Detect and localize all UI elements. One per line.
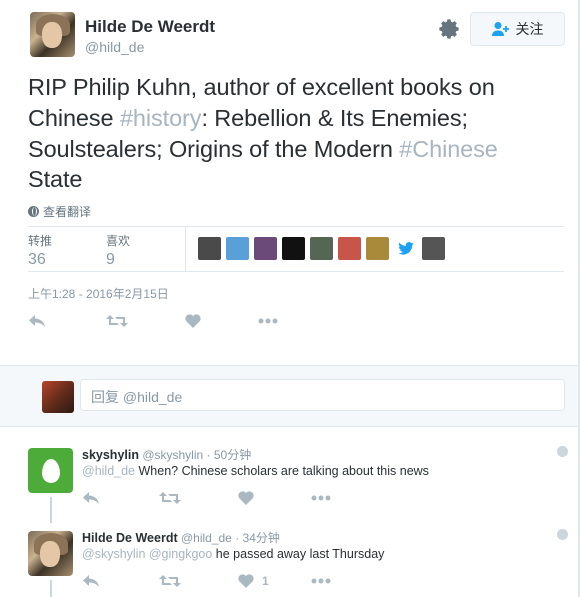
more-icon[interactable] bbox=[258, 318, 278, 324]
heart-icon[interactable]: 1 bbox=[238, 574, 269, 588]
more-icon[interactable] bbox=[311, 578, 331, 584]
tweet-text: RIP Philip Kuhn, author of excellent boo… bbox=[28, 72, 558, 195]
author-handle[interactable]: @hild_de bbox=[85, 39, 144, 55]
liker-avatar[interactable] bbox=[226, 237, 249, 260]
mention-link[interactable]: @skyshylin @gingkgoo bbox=[82, 547, 212, 561]
reply-icon[interactable] bbox=[82, 574, 100, 588]
reply-meta: skyshylin @skyshylin · 50分钟 bbox=[82, 446, 251, 463]
liker-avatar[interactable] bbox=[366, 237, 389, 260]
reply-text-body: he passed away last Thursday bbox=[212, 547, 385, 561]
reply-actions bbox=[82, 491, 382, 511]
more-icon[interactable] bbox=[311, 495, 331, 501]
likes-count: 9 bbox=[106, 251, 115, 268]
author-avatar[interactable] bbox=[30, 12, 75, 57]
reply-actions: 1 bbox=[82, 574, 382, 594]
reply-avatar[interactable] bbox=[28, 448, 73, 493]
stats-divider bbox=[185, 227, 186, 271]
liker-avatar[interactable] bbox=[422, 237, 445, 260]
author-name[interactable]: Hilde De Weerdt bbox=[85, 17, 215, 37]
reply-author-name[interactable]: Hilde De Weerdt bbox=[82, 531, 178, 545]
follow-button[interactable]: 关注 bbox=[470, 12, 565, 46]
retweets-count: 36 bbox=[28, 251, 46, 268]
thread-connector bbox=[50, 497, 52, 523]
reply-input[interactable]: 回复 @hild_de bbox=[80, 379, 565, 411]
liker-avatar[interactable] bbox=[198, 237, 221, 260]
reply-menu-icon[interactable] bbox=[557, 529, 568, 540]
retweet-icon[interactable] bbox=[159, 491, 181, 505]
reply-author-handle[interactable]: @hild_de bbox=[181, 531, 232, 545]
tweet-text-part: State bbox=[28, 166, 83, 193]
follow-label: 关注 bbox=[515, 21, 544, 37]
reply-author-name[interactable]: skyshylin bbox=[82, 448, 139, 462]
gear-icon[interactable] bbox=[438, 18, 460, 40]
reply-time: · 50分钟 bbox=[206, 448, 252, 462]
thread-connector bbox=[50, 580, 52, 597]
liker-avatar[interactable] bbox=[282, 237, 305, 260]
add-user-icon bbox=[491, 22, 509, 36]
reply-box: 回复 @hild_de bbox=[0, 365, 580, 427]
tweet-timestamp: 上午1:28 - 2016年2月15日 bbox=[28, 287, 169, 301]
tweet-header: Hilde De Weerdt @hild_de 关注 bbox=[30, 12, 570, 62]
tweet-stats: 转推 36 喜欢 9 bbox=[28, 226, 564, 272]
likes-stat[interactable]: 喜欢 9 bbox=[106, 232, 130, 269]
reply-text: @hild_de When? Chinese scholars are talk… bbox=[82, 464, 429, 478]
tweet-actions bbox=[28, 314, 328, 334]
retweets-label: 转推 bbox=[28, 234, 53, 248]
liker-avatar[interactable] bbox=[254, 237, 277, 260]
liker-avatars bbox=[198, 237, 445, 260]
retweet-icon[interactable] bbox=[106, 314, 128, 328]
reply-avatar[interactable] bbox=[28, 531, 73, 576]
liker-avatar[interactable] bbox=[338, 237, 361, 260]
hashtag-link[interactable]: #Chinese bbox=[399, 136, 498, 162]
reply-menu-icon[interactable] bbox=[557, 446, 568, 457]
heart-icon[interactable] bbox=[185, 314, 201, 328]
retweet-icon[interactable] bbox=[159, 574, 181, 588]
likes-label: 喜欢 bbox=[106, 234, 131, 248]
reply-icon[interactable] bbox=[28, 314, 46, 328]
translate-link[interactable]: 查看翻译 bbox=[28, 203, 91, 220]
heart-icon[interactable] bbox=[238, 491, 254, 505]
translate-label: 查看翻译 bbox=[43, 205, 92, 219]
hashtag-link[interactable]: #history bbox=[120, 105, 202, 131]
reply-text: @skyshylin @gingkgoo he passed away last… bbox=[82, 547, 384, 561]
globe-icon bbox=[28, 206, 39, 217]
mention-link[interactable]: @hild_de bbox=[82, 464, 135, 478]
reply-text-body: When? Chinese scholars are talking about… bbox=[135, 464, 429, 478]
reply-icon[interactable] bbox=[82, 491, 100, 505]
like-count: 1 bbox=[262, 574, 269, 588]
retweets-stat[interactable]: 转推 36 bbox=[28, 232, 52, 269]
liker-avatar[interactable] bbox=[310, 237, 333, 260]
reply-meta: Hilde De Weerdt @hild_de · 34分钟 bbox=[82, 529, 280, 546]
reply-time: · 34分钟 bbox=[235, 531, 280, 545]
reply-author-handle[interactable]: @skyshylin bbox=[142, 448, 203, 462]
twitter-bird-icon[interactable] bbox=[394, 237, 417, 260]
current-user-avatar bbox=[42, 381, 74, 413]
